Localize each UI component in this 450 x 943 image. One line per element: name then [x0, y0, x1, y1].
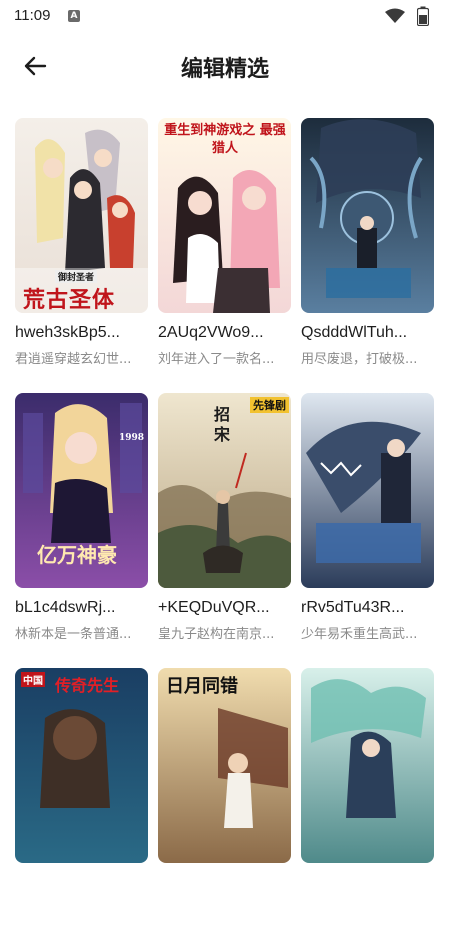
comic-cover: 日月同错 [158, 668, 291, 863]
cover-title: 荒古圣体 [23, 287, 116, 313]
comic-description: 皇九子赵构在南京... [158, 627, 275, 642]
status-bar: 11:09 A [0, 0, 450, 32]
cover-title: 传奇先生 [55, 676, 120, 695]
comic-cover: 重生到神游戏之 最强猎人 [158, 118, 291, 313]
comic-grid: 御封圣者 荒古圣体 hweh3skBp5... 君逍遥穿越玄幻世... 重生到神… [15, 118, 437, 943]
wifi-icon [385, 8, 405, 23]
comic-card[interactable]: 先锋剧 招宋 +KEQDuVQR... 皇九子赵构在南京... [158, 393, 291, 668]
comic-card[interactable]: 御封圣者 荒古圣体 hweh3skBp5... 君逍遥穿越玄幻世... [15, 118, 148, 393]
comic-cover: 先锋剧 招宋 [158, 393, 291, 588]
comic-card[interactable]: 中国 传奇先生 [15, 668, 148, 943]
cover-title: 日月同错 [166, 676, 238, 697]
comic-cover [301, 668, 434, 863]
comic-card[interactable]: 1998 亿万神豪 bL1c4dswRj... 林新本是一条普通... [15, 393, 148, 668]
comic-cover [301, 393, 434, 588]
page-title: 编辑精选 [180, 57, 269, 82]
cover-subtitle: 1998 [119, 433, 145, 443]
comic-description: 君逍遥穿越玄幻世... [15, 352, 132, 367]
comic-title: hweh3skBp5... [15, 324, 120, 341]
comic-card[interactable]: 重生到神游戏之 最强猎人 2AUq2VWo9... 刘年进入了一款名... [158, 118, 291, 393]
comic-title: 2AUq2VWo9... [158, 324, 264, 341]
comic-description: 少年易禾重生高武... [301, 627, 418, 642]
comic-cover [301, 118, 434, 313]
comic-cover: 中国 传奇先生 [15, 668, 148, 863]
cover-title: 重生到神游戏之 最强猎人 [164, 123, 286, 156]
battery-icon [417, 6, 429, 26]
comic-title: QsdddWlTuh... [301, 324, 408, 341]
comic-card[interactable]: 日月同错 [158, 668, 291, 943]
comic-description: 用尽废退，打破极... [301, 352, 418, 367]
notification-icon: A [68, 10, 80, 22]
comic-description: 林新本是一条普通... [15, 627, 132, 642]
comic-title: bL1c4dswRj... [15, 599, 116, 616]
comic-title: rRv5dTu43R... [301, 599, 405, 616]
comic-cover: 御封圣者 荒古圣体 [15, 118, 148, 313]
comic-card[interactable]: QsdddWlTuh... 用尽废退，打破极... [301, 118, 434, 393]
comic-title: +KEQDuVQR... [158, 599, 270, 616]
status-time: 11:09 [14, 7, 51, 24]
cover-title: 亿万神豪 [37, 543, 117, 567]
comic-card[interactable] [301, 668, 434, 943]
comic-card[interactable]: rRv5dTu43R... 少年易禾重生高武... [301, 393, 434, 668]
comic-cover: 1998 亿万神豪 [15, 393, 148, 588]
cover-subtitle: 中国 [21, 672, 45, 687]
cover-title: 招宋 [214, 405, 231, 444]
app-bar: 编辑精选 [0, 32, 450, 100]
cover-subtitle: 先锋剧 [250, 397, 289, 413]
comic-description: 刘年进入了一款名... [158, 352, 275, 367]
